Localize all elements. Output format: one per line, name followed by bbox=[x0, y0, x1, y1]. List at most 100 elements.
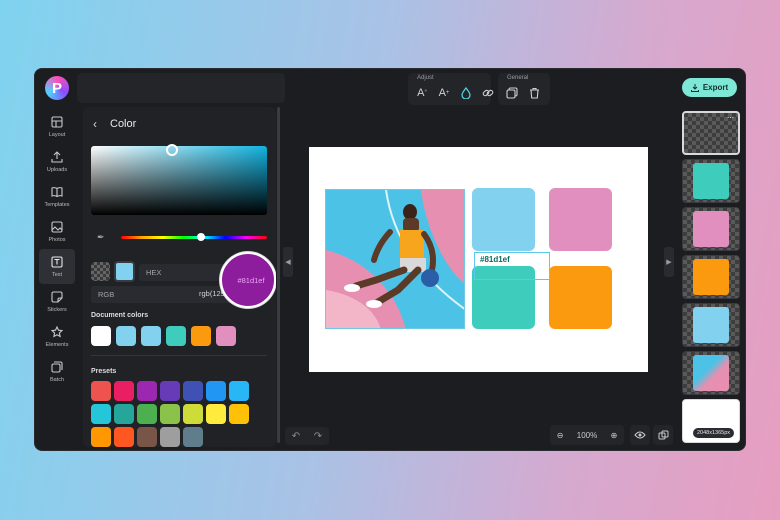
adjust-group: Adjust A ° A + bbox=[408, 73, 494, 105]
app-logo[interactable]: P bbox=[45, 76, 69, 100]
preset-swatch[interactable] bbox=[114, 381, 134, 401]
more-options-icon[interactable]: ⋯ bbox=[727, 114, 734, 122]
current-color-swatch[interactable] bbox=[114, 261, 135, 282]
preset-swatch[interactable] bbox=[229, 381, 249, 401]
preset-swatch[interactable] bbox=[137, 381, 157, 401]
hex-text-box[interactable]: #81d1ef bbox=[474, 252, 550, 280]
sidebar-item-layout[interactable]: Layout bbox=[39, 109, 75, 144]
history-controls: ↶ ↷ bbox=[285, 427, 329, 445]
eyedropper-icon[interactable]: ✒ bbox=[97, 232, 105, 243]
export-label: Export bbox=[702, 83, 729, 92]
sidebar-item-label: Templates bbox=[44, 201, 70, 208]
layers-icon[interactable] bbox=[653, 425, 673, 445]
color-panel: ‹ Color ✒ HEX RGB rgb(129, 209, 239) #81… bbox=[83, 107, 276, 447]
font-style-icon[interactable]: A ° bbox=[414, 85, 430, 101]
preset-colors bbox=[91, 381, 261, 447]
zoom-level[interactable]: 100% bbox=[577, 431, 597, 440]
document-color-swatch[interactable] bbox=[116, 326, 136, 346]
document-color-swatch[interactable] bbox=[191, 326, 211, 346]
document-colors bbox=[91, 326, 236, 346]
upload-icon bbox=[51, 151, 64, 164]
sidebar-item-label: Uploads bbox=[46, 166, 68, 173]
basketball-player-photo[interactable] bbox=[325, 189, 465, 329]
hue-slider-handle[interactable] bbox=[197, 233, 205, 241]
divider bbox=[91, 355, 267, 356]
preset-swatch[interactable] bbox=[160, 427, 180, 447]
editor-window: P Adjust A ° A + General Export Layout U… bbox=[34, 68, 746, 451]
general-label: General bbox=[507, 75, 529, 81]
preset-swatch[interactable] bbox=[114, 404, 134, 424]
duplicate-icon[interactable] bbox=[504, 85, 520, 101]
preset-swatch[interactable] bbox=[137, 427, 157, 447]
hex-value[interactable]: #81d1ef bbox=[237, 276, 264, 285]
document-color-swatch[interactable] bbox=[166, 326, 186, 346]
design-artboard[interactable]: #81d1ef bbox=[309, 147, 648, 372]
preset-swatch[interactable] bbox=[114, 427, 134, 447]
hex-label: HEX bbox=[146, 268, 162, 277]
layer-thumb-photo[interactable] bbox=[682, 351, 740, 395]
zoom-in-icon[interactable]: ⊕ bbox=[611, 431, 618, 440]
color-drop-icon[interactable] bbox=[458, 85, 474, 101]
preset-swatch[interactable] bbox=[91, 427, 111, 447]
canvas-area: ◀ ▶ #81d1ef ↶ ↷ ⊖ 100% ⊕ bbox=[283, 109, 674, 449]
preset-swatch[interactable] bbox=[183, 381, 203, 401]
panel-scrollbar[interactable] bbox=[277, 107, 280, 443]
hue-slider[interactable] bbox=[121, 236, 267, 239]
sidebar-item-label: Layout bbox=[48, 131, 66, 138]
sidebar-item-label: Text bbox=[51, 271, 63, 278]
general-group: General bbox=[498, 73, 550, 105]
export-button[interactable]: Export bbox=[682, 78, 737, 97]
preset-swatch[interactable] bbox=[91, 381, 111, 401]
font-size-icon[interactable]: A + bbox=[436, 85, 452, 101]
trash-icon[interactable] bbox=[526, 85, 542, 101]
preset-swatch[interactable] bbox=[91, 404, 111, 424]
top-left-area bbox=[77, 73, 285, 103]
undo-icon[interactable]: ↶ bbox=[292, 431, 300, 442]
sidebar-item-templates[interactable]: Templates bbox=[39, 179, 75, 214]
preset-swatch[interactable] bbox=[160, 381, 180, 401]
preset-swatch[interactable] bbox=[160, 404, 180, 424]
document-color-swatch[interactable] bbox=[216, 326, 236, 346]
saturation-picker[interactable] bbox=[91, 146, 267, 215]
layout-icon bbox=[51, 116, 64, 129]
preset-swatch[interactable] bbox=[183, 404, 203, 424]
link-icon[interactable] bbox=[480, 85, 496, 101]
presets-label: Presets bbox=[91, 368, 117, 375]
preview-eye-icon[interactable] bbox=[630, 425, 650, 445]
preset-swatch[interactable] bbox=[206, 404, 226, 424]
sidebar-item-uploads[interactable]: Uploads bbox=[39, 144, 75, 179]
preset-swatch[interactable] bbox=[229, 404, 249, 424]
preset-swatch[interactable] bbox=[137, 404, 157, 424]
orange-square[interactable] bbox=[549, 266, 612, 329]
saturation-handle[interactable] bbox=[166, 144, 178, 156]
preset-swatch[interactable] bbox=[183, 427, 203, 447]
document-color-swatch[interactable] bbox=[91, 326, 111, 346]
layers-panel: ⋯ 2048x1365px bbox=[675, 109, 743, 449]
collapse-left-arrow-icon[interactable]: ◀ bbox=[283, 247, 293, 277]
download-icon bbox=[690, 83, 699, 92]
layer-thumb-background[interactable]: ⋯ bbox=[682, 111, 740, 155]
sky-blue-square[interactable] bbox=[472, 188, 535, 251]
layer-thumb-orange[interactable] bbox=[682, 255, 740, 299]
redo-icon[interactable]: ↷ bbox=[314, 431, 322, 442]
transparent-swatch[interactable] bbox=[91, 262, 110, 281]
layer-thumb-white[interactable]: 2048x1365px bbox=[682, 399, 740, 443]
back-arrow-icon[interactable]: ‹ bbox=[93, 117, 97, 131]
layer-thumb-sky[interactable] bbox=[682, 303, 740, 347]
sidebar-item-text[interactable]: Text bbox=[39, 249, 75, 284]
sidebar-item-photos[interactable]: Photos bbox=[39, 214, 75, 249]
book-icon bbox=[51, 186, 64, 199]
sidebar-item-elements[interactable]: Elements bbox=[39, 319, 75, 354]
layer-thumb-pink[interactable] bbox=[682, 207, 740, 251]
document-color-swatch[interactable] bbox=[141, 326, 161, 346]
zoom-out-icon[interactable]: ⊖ bbox=[557, 431, 564, 440]
preset-swatch[interactable] bbox=[206, 381, 226, 401]
sidebar-item-stickers[interactable]: Stickers bbox=[39, 284, 75, 319]
collapse-right-arrow-icon[interactable]: ▶ bbox=[664, 247, 674, 277]
sidebar-item-label: Stickers bbox=[47, 306, 67, 313]
hex-magnifier-highlight: #81d1ef bbox=[220, 252, 276, 308]
layer-thumb-teal[interactable] bbox=[682, 159, 740, 203]
sidebar-item-batch[interactable]: Batch bbox=[39, 354, 75, 389]
pink-square[interactable] bbox=[549, 188, 612, 251]
star-icon bbox=[51, 326, 64, 339]
